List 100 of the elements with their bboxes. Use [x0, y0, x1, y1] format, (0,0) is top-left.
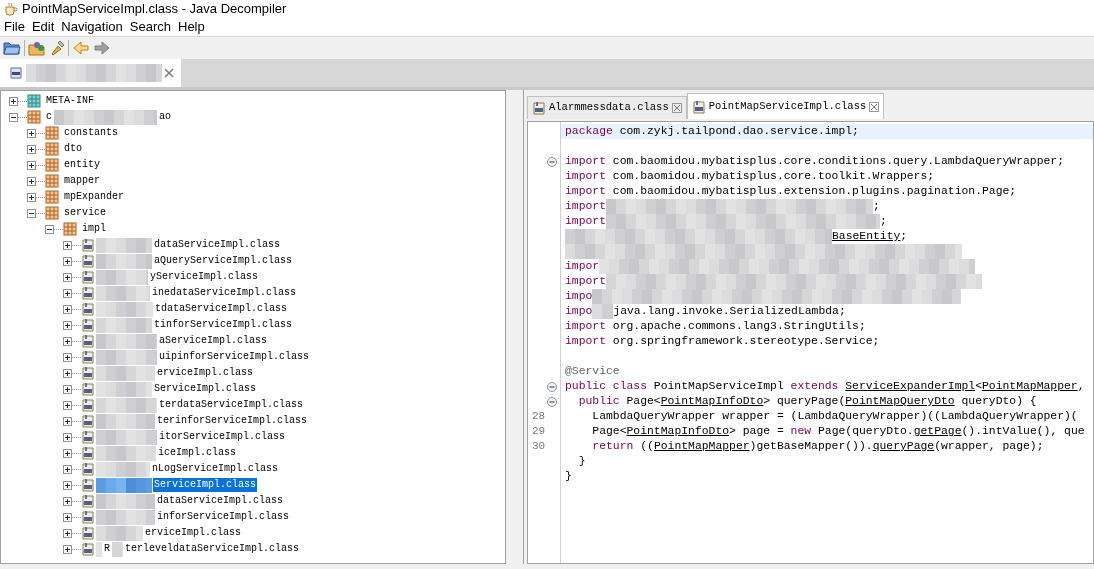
tree-item-label[interactable]: mapper [63, 174, 101, 188]
tree-item-label[interactable]: terleveldataServiceImpl.class [124, 542, 301, 556]
tree-item-label[interactable]: aServiceImpl.class [158, 334, 269, 348]
tree-item-label[interactable]: terinforServiceImpl.class [156, 414, 309, 428]
code-line: import com.baomidou.mybatisplus.core.toolkit.Wrappers; [565, 169, 935, 184]
expand-icon[interactable] [63, 272, 72, 282]
package-icon [63, 222, 77, 236]
tree-item-label[interactable]: erviceImpl.class [156, 366, 254, 380]
tree-item-label[interactable]: iceImpl.class [157, 446, 237, 460]
expand-icon[interactable] [63, 448, 72, 458]
code-line: java.lang.invoke.SerializedLambda; [613, 304, 846, 319]
forward-arrow-icon[interactable] [93, 40, 111, 56]
tree-item-label[interactable]: R [103, 542, 111, 556]
tree-item-label[interactable]: ServiceImpl.class [153, 478, 258, 492]
expand-icon[interactable] [63, 368, 72, 378]
class-file-icon [81, 510, 95, 524]
code-line: impor [565, 259, 600, 274]
editor-tab[interactable]: PointMapServiceImpl.class [686, 93, 885, 119]
tree-item-label[interactable]: erviceImpl.class [144, 526, 242, 540]
menu-item[interactable]: Search [129, 17, 171, 37]
pixelated-block [96, 381, 152, 397]
folder-with-sphere-icon[interactable] [28, 40, 46, 56]
menu-item[interactable]: File [4, 17, 25, 37]
expand-icon[interactable] [63, 512, 72, 522]
pixelated-block [96, 349, 157, 365]
code-line: import [565, 199, 606, 214]
tree-item-label[interactable]: entity [63, 158, 101, 172]
tree-item-label[interactable]: service [63, 206, 107, 220]
menu-item[interactable]: Help [178, 17, 205, 37]
close-icon[interactable] [869, 101, 880, 112]
expand-icon[interactable] [63, 544, 72, 554]
tree-item-label[interactable]: itorServiceImpl.class [158, 430, 287, 444]
tree-item-label[interactable]: ServiceImpl.class [153, 382, 258, 396]
expand-icon[interactable] [63, 336, 72, 346]
line-number: 28 [532, 409, 546, 425]
tree-item-label[interactable]: mpExpander [63, 190, 125, 204]
expand-icon[interactable] [63, 528, 72, 538]
menu-item[interactable]: Navigation [61, 17, 123, 37]
code-line: ; [880, 214, 887, 229]
expand-icon[interactable] [27, 128, 36, 138]
tree-item-label[interactable]: impl [81, 222, 107, 236]
close-icon[interactable] [164, 68, 174, 78]
tree-item-label[interactable]: dataServiceImpl.class [156, 494, 285, 508]
close-icon[interactable] [671, 103, 682, 113]
code-line: impo [565, 289, 593, 304]
expand-icon[interactable] [63, 320, 72, 330]
expand-icon[interactable] [27, 176, 36, 186]
expand-icon[interactable] [27, 144, 36, 154]
code-line: } [577, 454, 586, 469]
expand-icon[interactable] [63, 400, 72, 410]
tree-item-label[interactable]: yServiceImpl.class [149, 270, 260, 284]
pixelated-block [96, 301, 153, 317]
expand-icon[interactable] [63, 384, 72, 394]
tree-item-label[interactable]: dto [63, 142, 83, 156]
class-file-icon [532, 101, 546, 115]
expand-icon[interactable] [63, 304, 72, 314]
expand-icon[interactable] [63, 288, 72, 298]
package-icon [45, 126, 59, 140]
tree-item-label[interactable]: aQueryServiceImpl.class [153, 254, 294, 268]
editor-tab[interactable]: Alarmmessdata.class [527, 96, 687, 119]
collapse-icon[interactable] [27, 208, 36, 218]
code-line: ; [873, 199, 880, 214]
expand-icon[interactable] [63, 240, 72, 250]
class-file-icon [81, 382, 95, 396]
class-file-icon [81, 430, 95, 444]
tree-item-label[interactable]: tdataServiceImpl.class [154, 302, 289, 316]
package-icon [45, 174, 59, 188]
expand-icon[interactable] [27, 192, 36, 202]
expand-icon[interactable] [63, 256, 72, 266]
tree-item-label[interactable]: META-INF [45, 94, 95, 108]
folder-icon[interactable] [3, 40, 21, 56]
package-icon [45, 158, 59, 172]
class-file-icon [81, 398, 95, 412]
expand-icon[interactable] [63, 464, 72, 474]
expand-icon[interactable] [63, 496, 72, 506]
expand-icon[interactable] [27, 160, 36, 170]
expand-icon[interactable] [63, 416, 72, 426]
tree-item-label[interactable]: uipinforServiceImpl.class [158, 350, 311, 364]
code-line: } [565, 469, 572, 484]
expand-icon[interactable] [63, 352, 72, 362]
code-line: BaseEntity; [832, 229, 908, 244]
collapse-icon[interactable] [45, 224, 54, 234]
collapse-icon[interactable] [9, 112, 18, 122]
expand-icon[interactable] [9, 96, 18, 106]
code-line: import org.apache.commons.lang3.StringUtils; [565, 319, 866, 334]
menu-item[interactable]: Edit [31, 17, 55, 37]
tree-item-label[interactable]: terdataServiceImpl.class [158, 398, 305, 412]
tree-item-label[interactable]: c [45, 110, 53, 124]
tree-item-label[interactable]: ao [158, 110, 173, 124]
flashlight-icon[interactable] [49, 40, 65, 56]
tree-item-label[interactable]: nLogServiceImpl.class [151, 462, 280, 476]
tree-item-label[interactable]: constants [63, 126, 119, 140]
tree-item-label[interactable]: tinforServiceImpl.class [153, 318, 294, 332]
tree-item-label[interactable]: dataServiceImpl.class [153, 238, 282, 252]
package-icon [27, 110, 41, 124]
package-icon [45, 142, 59, 156]
expand-icon[interactable] [63, 432, 72, 442]
tree-item-label[interactable]: inedataServiceImpl.class [151, 286, 298, 300]
tree-item-label[interactable]: inforServiceImpl.class [156, 510, 291, 524]
expand-icon[interactable] [63, 480, 72, 490]
